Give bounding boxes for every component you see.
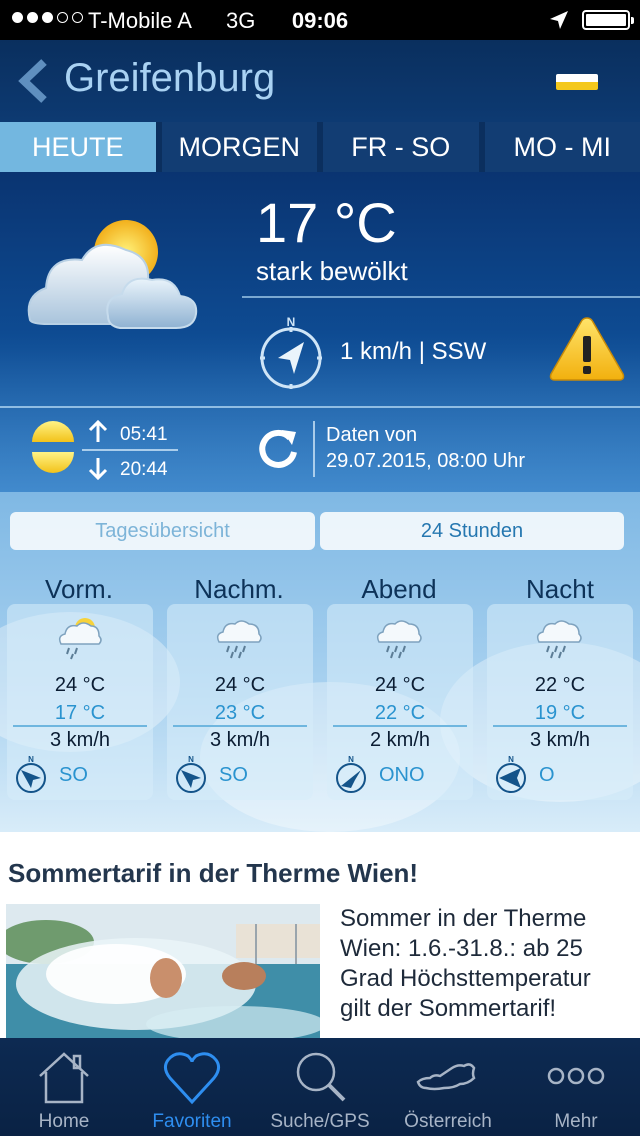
cloud-rain-icon xyxy=(216,620,262,659)
forecast-section: Tagesübersicht 24 Stunden Vorm. Nachm. A… xyxy=(0,492,640,832)
period-label-nacht: Nacht xyxy=(526,574,594,604)
period-label-vorm: Vorm. xyxy=(45,574,113,604)
heart-icon xyxy=(163,1052,221,1105)
partly-cloudy-icon xyxy=(27,220,198,329)
low-temperature: 17 °C xyxy=(54,702,106,724)
tabbar-oesterreich[interactable]: Österreich xyxy=(384,1038,512,1136)
divider xyxy=(242,296,640,298)
water-splash-image xyxy=(6,904,320,1038)
forecast-card-nachm[interactable]: 24 °C 23 °C 3 km/h N SO xyxy=(167,604,313,800)
divider xyxy=(0,406,640,408)
high-temperature: 24 °C xyxy=(214,674,266,696)
day-tabs: HEUTE MORGEN FR - SO MO - MI xyxy=(0,122,640,172)
sun-cloud-rain-icon xyxy=(58,618,102,660)
data-source-label: Daten von xyxy=(326,424,418,446)
wind-speed: 3 km/h xyxy=(529,729,591,751)
wind-speed: 3 km/h xyxy=(49,729,111,751)
news-title[interactable]: Sommertarif in der Therme Wien! xyxy=(8,858,418,889)
wind-compass-icon: N xyxy=(496,755,526,793)
sunrise-sunset-icon xyxy=(32,421,74,473)
high-temperature: 24 °C xyxy=(54,674,106,696)
wind-direction: SO xyxy=(219,764,248,786)
current-wind: 1 km/h | SSW xyxy=(340,338,487,365)
navigation-header: Greifenburg xyxy=(0,40,640,122)
battery-icon xyxy=(582,10,634,30)
warning-icon[interactable] xyxy=(548,314,626,384)
wind-compass-icon: N xyxy=(336,755,366,793)
arrow-down-icon xyxy=(88,458,108,480)
status-time: 09:06 xyxy=(291,8,349,33)
current-weather-panel: 17 °C stark bewölkt N 1 km/h | SSW 05:41… xyxy=(0,172,640,492)
wind-direction: SO xyxy=(59,764,88,786)
cloud-rain-icon xyxy=(536,620,582,659)
low-temperature: 19 °C xyxy=(534,702,586,724)
location-title: Greifenburg xyxy=(64,56,276,100)
data-timestamp: 29.07.2015, 08:00 Uhr xyxy=(326,450,526,472)
tabbar-favoriten[interactable]: Favoriten xyxy=(128,1038,256,1136)
svg-text:N: N xyxy=(508,755,514,764)
svg-text:N: N xyxy=(28,755,34,764)
bottom-tab-bar: Home Favoriten Suche/GPS Österreich Mehr xyxy=(0,1038,640,1136)
high-temperature: 22 °C xyxy=(534,674,586,696)
wind-compass-icon: N xyxy=(176,755,206,793)
search-icon xyxy=(296,1052,346,1102)
forecast-card-nacht[interactable]: 22 °C 19 °C 3 km/h N O xyxy=(487,604,633,800)
sunrise-time: 05:41 xyxy=(120,424,168,445)
wind-direction: ONO xyxy=(379,764,425,786)
low-temperature: 23 °C xyxy=(214,702,266,724)
current-temperature: 17 °C xyxy=(256,191,397,254)
24-stunden-button[interactable]: 24 Stunden xyxy=(320,512,624,550)
news-text[interactable]: Sommer in der Therme Wien: 1.6.-31.8.: a… xyxy=(340,904,632,1024)
tabbar-mehr[interactable]: Mehr xyxy=(512,1038,640,1136)
high-temperature: 24 °C xyxy=(374,674,426,696)
period-label-nachm: Nachm. xyxy=(194,574,284,604)
tagesuebersicht-button[interactable]: Tagesübersicht xyxy=(10,512,315,550)
more-icon xyxy=(547,1067,605,1085)
news-image[interactable] xyxy=(6,904,320,1038)
forecast-card-abend[interactable]: 24 °C 22 °C 2 km/h N ONO xyxy=(327,604,473,800)
svg-text:N: N xyxy=(348,755,354,764)
wind-direction: O xyxy=(539,764,555,786)
forecast-card-vorm[interactable]: 24 °C 17 °C 3 km/h N SO xyxy=(7,604,153,800)
region-flag-icon xyxy=(556,74,598,90)
wind-compass-icon: N xyxy=(260,315,322,389)
back-chevron-icon[interactable] xyxy=(14,58,54,104)
tab-mo-mi[interactable]: MO - MI xyxy=(484,122,640,172)
current-condition: stark bewölkt xyxy=(256,256,408,286)
refresh-icon[interactable] xyxy=(256,426,300,470)
wind-compass-icon: N xyxy=(16,755,46,793)
tab-fr-so[interactable]: FR - SO xyxy=(323,122,479,172)
wind-speed: 2 km/h xyxy=(369,729,431,751)
tabbar-home[interactable]: Home xyxy=(0,1038,128,1136)
home-icon xyxy=(39,1052,89,1104)
wind-speed: 3 km/h xyxy=(209,729,271,751)
svg-text:N: N xyxy=(287,315,296,329)
low-temperature: 22 °C xyxy=(374,702,426,724)
arrow-up-icon xyxy=(88,420,108,442)
sunset-time: 20:44 xyxy=(120,459,168,480)
tab-heute[interactable]: HEUTE xyxy=(0,122,156,172)
cloud-rain-icon xyxy=(376,620,422,659)
tabbar-suche-gps[interactable]: Suche/GPS xyxy=(256,1038,384,1136)
austria-map-icon xyxy=(416,1063,476,1091)
tab-morgen[interactable]: MORGEN xyxy=(161,122,317,172)
period-label-abend: Abend xyxy=(361,574,437,604)
status-bar: T-Mobile A 3G 09:06 xyxy=(0,0,640,40)
svg-text:N: N xyxy=(188,755,194,764)
location-arrow-icon xyxy=(550,11,568,29)
